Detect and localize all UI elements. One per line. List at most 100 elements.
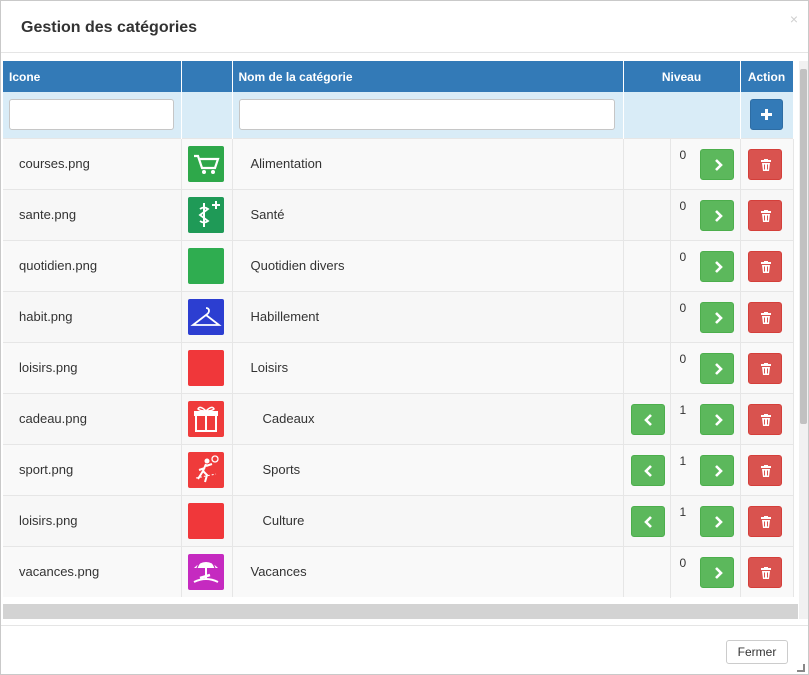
- delete-button[interactable]: [747, 148, 782, 180]
- action-cell: [740, 137, 794, 189]
- delete-button[interactable]: [747, 556, 782, 588]
- level-cell: 1: [623, 494, 741, 547]
- level-value: 0: [679, 147, 687, 162]
- close-icon[interactable]: ×: [790, 11, 798, 27]
- level-divider: [669, 444, 671, 496]
- level-divider: [669, 189, 671, 241]
- header-level: Niveau: [623, 61, 741, 92]
- header-icon: Icone: [3, 61, 182, 92]
- table-row: vacances.png Vacances 0: [3, 545, 794, 598]
- action-cell: [740, 188, 794, 240]
- level-cell: 0: [623, 545, 741, 598]
- icon-filename: vacances.png: [3, 545, 182, 597]
- table-row: cadeau.png Cadeaux 1: [3, 392, 794, 445]
- icon-cell: [181, 443, 233, 495]
- move-right-button[interactable]: [699, 556, 734, 588]
- category-name: Vacances: [232, 545, 624, 597]
- action-cell: [740, 443, 794, 495]
- delete-button[interactable]: [747, 454, 782, 486]
- icon-filename: courses.png: [3, 137, 182, 189]
- level-value: 0: [679, 300, 687, 315]
- delete-button[interactable]: [747, 199, 782, 231]
- move-right-button[interactable]: [699, 148, 734, 180]
- beach-icon: [187, 553, 224, 590]
- icon-filename: sport.png: [3, 443, 182, 495]
- level-divider: [669, 291, 671, 343]
- action-cell: [740, 392, 794, 444]
- delete-button[interactable]: [747, 250, 782, 282]
- table-row: courses.png Alimentation 0: [3, 137, 794, 190]
- sport-icon: [187, 451, 224, 488]
- action-cell: [740, 341, 794, 393]
- add-category-button[interactable]: [749, 99, 783, 130]
- filter-blank: [181, 92, 233, 138]
- resize-grip-icon[interactable]: [797, 664, 805, 672]
- icon-filter-input[interactable]: [9, 99, 174, 131]
- category-name: Sports: [232, 443, 624, 495]
- category-name: Quotidien divers: [232, 239, 624, 291]
- level-cell: 0: [623, 341, 741, 394]
- table-row: sport.png Sports 1: [3, 443, 794, 496]
- move-right-button[interactable]: [699, 199, 734, 231]
- move-right-button[interactable]: [699, 454, 734, 486]
- level-value: 1: [679, 504, 687, 519]
- move-left-button[interactable]: [630, 454, 665, 486]
- level-divider: [669, 342, 671, 394]
- move-left-button[interactable]: [630, 505, 665, 537]
- move-right-button[interactable]: [699, 352, 734, 384]
- category-name: Loisirs: [232, 341, 624, 393]
- category-table-wrap: Icone Nom de la catégorie Niveau Action: [3, 61, 798, 619]
- level-value: 0: [679, 198, 687, 213]
- category-name: Habillement: [232, 290, 624, 342]
- delete-button[interactable]: [747, 301, 782, 333]
- move-right-button[interactable]: [699, 403, 734, 435]
- header-blank: [181, 61, 233, 92]
- health-icon: [187, 196, 224, 233]
- icon-cell: [181, 341, 233, 393]
- plus-icon: [760, 109, 772, 120]
- delete-button[interactable]: [747, 352, 782, 384]
- category-name: Santé: [232, 188, 624, 240]
- level-divider: [669, 138, 671, 190]
- move-left-button[interactable]: [630, 403, 665, 435]
- filter-level-blank: [623, 92, 741, 138]
- move-right-button[interactable]: [699, 301, 734, 333]
- level-divider: [669, 393, 671, 445]
- level-value: 1: [679, 402, 687, 417]
- level-cell: 1: [623, 392, 741, 445]
- category-name: Culture: [232, 494, 624, 546]
- modal-header: Gestion des catégories ×: [1, 1, 808, 53]
- level-divider: [669, 546, 671, 598]
- level-value: 1: [679, 453, 687, 468]
- level-divider: [669, 240, 671, 292]
- icon-cell: [181, 290, 233, 342]
- table-row: loisirs.png Culture 1: [3, 494, 794, 547]
- icon-filename: sante.png: [3, 188, 182, 240]
- level-value: 0: [679, 351, 687, 366]
- delete-button[interactable]: [747, 403, 782, 435]
- level-value: 0: [679, 249, 687, 264]
- level-cell: 1: [623, 443, 741, 496]
- blank-red-icon: [187, 502, 224, 539]
- icon-filename: quotidien.png: [3, 239, 182, 291]
- action-cell: [740, 494, 794, 546]
- filter-row: [3, 92, 794, 138]
- icon-cell: [181, 494, 233, 546]
- table-row: habit.png Habillement 0: [3, 290, 794, 343]
- icon-filename: habit.png: [3, 290, 182, 342]
- category-name: Cadeaux: [232, 392, 624, 444]
- name-filter-input[interactable]: [238, 99, 615, 131]
- level-cell: 0: [623, 137, 741, 190]
- move-right-button[interactable]: [699, 250, 734, 282]
- action-cell: [740, 545, 794, 597]
- vertical-scrollbar[interactable]: [799, 61, 808, 619]
- icon-cell: [181, 392, 233, 444]
- close-button[interactable]: Fermer: [726, 640, 788, 664]
- delete-button[interactable]: [747, 505, 782, 537]
- scrollbar-thumb[interactable]: [800, 69, 807, 424]
- level-divider: [669, 495, 671, 547]
- category-table: Icone Nom de la catégorie Niveau Action: [3, 61, 794, 598]
- move-right-button[interactable]: [699, 505, 734, 537]
- horizontal-scrollbar[interactable]: [3, 604, 798, 619]
- action-cell: [740, 239, 794, 291]
